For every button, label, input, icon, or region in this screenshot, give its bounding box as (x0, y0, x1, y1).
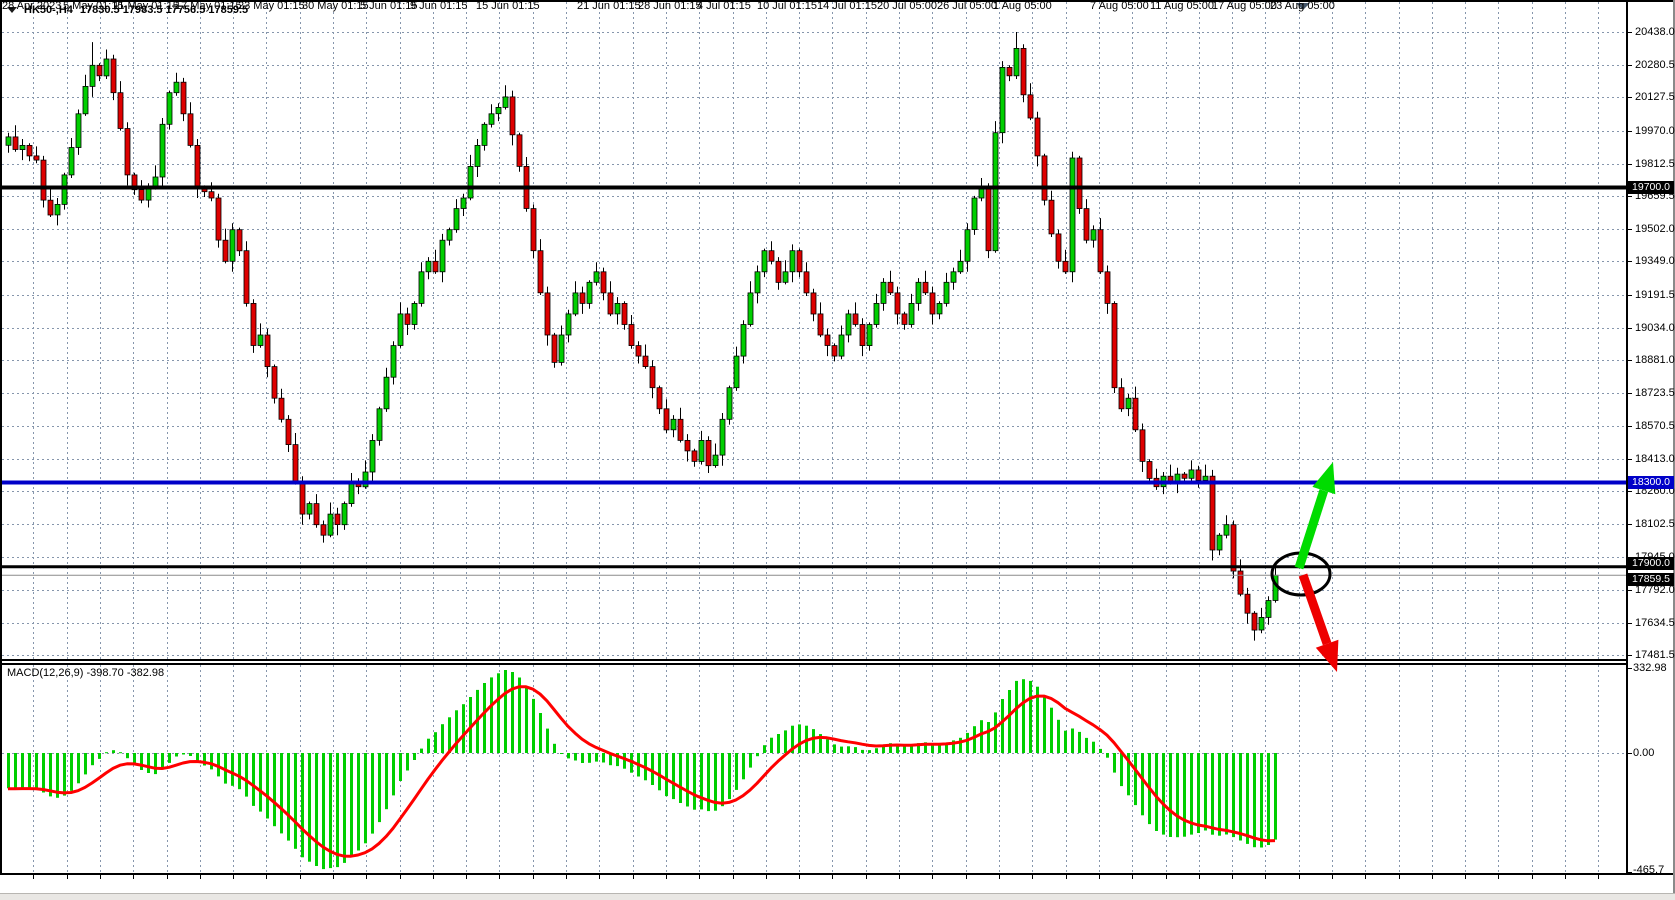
time-axis-label: 5 Jun 01:15 (360, 0, 418, 12)
price-axis-label: 17634.5 (1635, 617, 1675, 629)
price-axis-label: 19502.0 (1635, 223, 1675, 235)
time-axis-label: 7 Aug 05:00 (1090, 0, 1149, 12)
price-badge-18300.0: 18300.0 (1628, 476, 1674, 489)
price-axis-label: 19812.5 (1635, 158, 1675, 170)
time-axis-label: 17 Aug 05:00 (1212, 0, 1277, 12)
time-axis-label: 23 May 01:15 (238, 0, 305, 12)
price-axis-label: 17481.5 (1635, 649, 1675, 661)
price-axis-label: 20438.0 (1635, 26, 1675, 38)
time-axis-label: 30 May 01:15 (302, 0, 369, 12)
price-axis-label: 18723.5 (1635, 387, 1675, 399)
window-bottom-strip (0, 893, 1675, 900)
time-axis-label: 20 Jul 05:00 (877, 0, 937, 12)
price-axis-label: 19191.5 (1635, 289, 1675, 301)
macd-indicator-label: MACD(12,26,9) -398.70 -382.98 (7, 667, 164, 679)
price-axis-label: 20127.5 (1635, 91, 1675, 103)
chart-canvas[interactable] (0, 0, 1675, 900)
time-axis-label: 11 May 01:15 (113, 0, 179, 12)
time-axis-label: 28 Apr 2023 (2, 0, 61, 12)
price-axis-label: 19034.0 (1635, 322, 1675, 334)
macd-axis-label: -465.7 (1633, 864, 1664, 876)
price-badge-17859.5: 17859.5 (1628, 573, 1674, 586)
time-axis-label: 4 Jul 01:15 (697, 0, 751, 12)
time-axis-label: 26 Jul 05:00 (937, 0, 997, 12)
time-axis-label: 9 Jun 01:15 (410, 0, 468, 12)
price-axis-label: 19349.0 (1635, 255, 1675, 267)
macd-axis-label: 0.00 (1633, 747, 1654, 759)
price-badge-19700.0: 19700.0 (1628, 181, 1674, 194)
time-axis-label: 21 Jun 01:15 (577, 0, 641, 12)
price-axis-label: 18102.5 (1635, 518, 1675, 530)
mt4-chart-window: HK50-,H4 17830.5 17983.5 17756.5 17859.5… (0, 0, 1675, 900)
macd-axis-label: 332.98 (1633, 662, 1667, 674)
price-axis-label: 20280.5 (1635, 59, 1675, 71)
time-axis-label: 11 Aug 05:00 (1150, 0, 1214, 12)
time-axis-label: 23 Aug 05:00 (1270, 0, 1335, 12)
time-axis-label: 28 Jun 01:15 (638, 0, 702, 12)
time-axis-label: 10 Jul 01:15 (757, 0, 817, 12)
time-axis-label: 17 May 01:15 (175, 0, 242, 12)
price-axis-label: 18881.0 (1635, 354, 1675, 366)
time-axis-label: 1 Aug 05:00 (993, 0, 1052, 12)
price-axis-label: 18413.0 (1635, 453, 1675, 465)
price-axis-label: 18570.5 (1635, 420, 1675, 432)
time-axis-label: 14 Jul 01:15 (817, 0, 877, 12)
time-axis-label: 15 Jun 01:15 (476, 0, 540, 12)
price-axis-label: 19970.0 (1635, 125, 1675, 137)
price-badge-17900.0: 17900.0 (1628, 557, 1674, 570)
